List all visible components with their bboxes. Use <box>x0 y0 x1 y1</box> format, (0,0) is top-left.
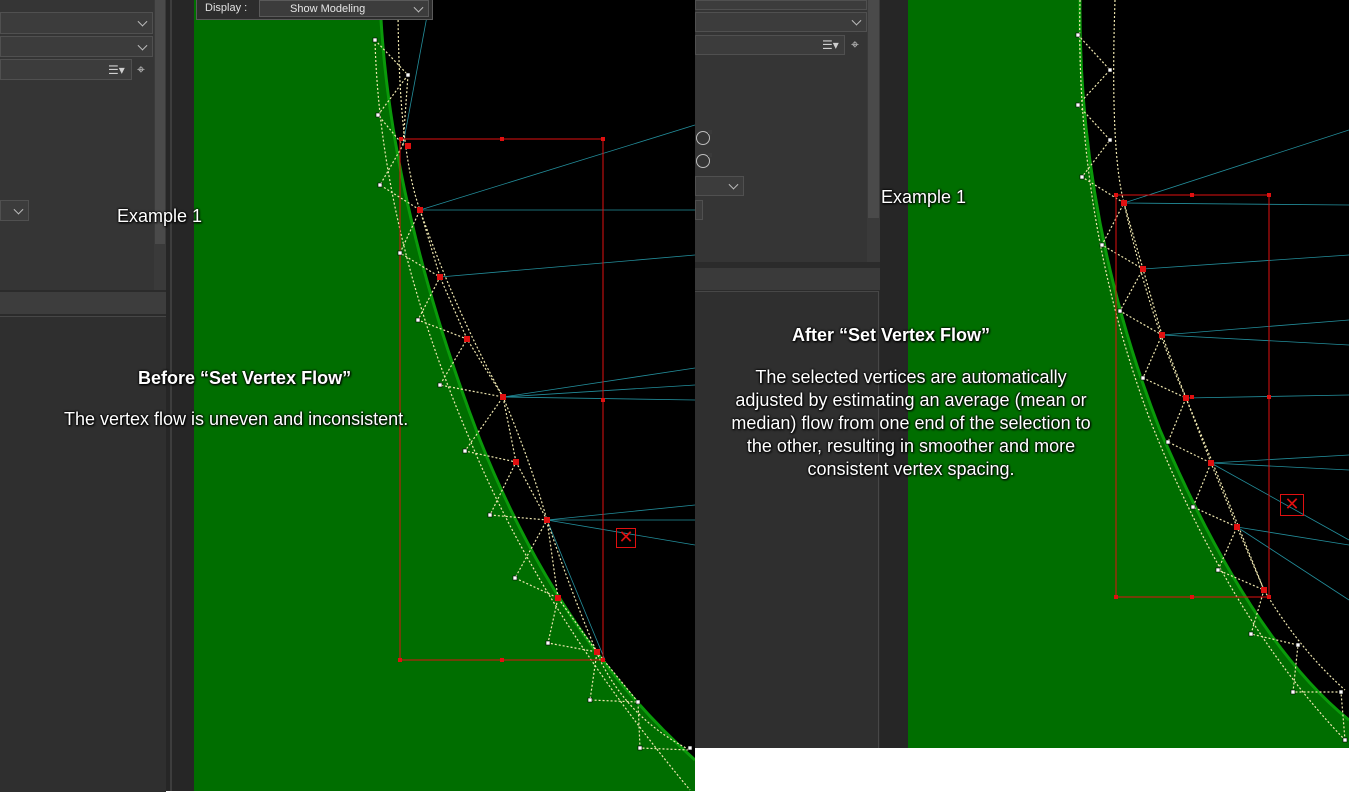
right-scrollbar-thumb[interactable] <box>868 0 879 218</box>
chevron-down-icon <box>851 15 862 26</box>
example-label-left: Example 1 <box>117 206 203 226</box>
right-dropdown-3[interactable] <box>695 176 744 196</box>
list-icon[interactable]: ☰▾ <box>822 38 839 52</box>
rotate-icon[interactable] <box>696 130 712 145</box>
chevron-down-icon <box>137 16 148 27</box>
display-toolbar: Display : Show Modeling <box>196 0 433 20</box>
left-viewport[interactable]: ✕ <box>194 0 695 791</box>
rotate-icon[interactable] <box>696 153 712 168</box>
dropdown-3[interactable] <box>0 200 29 221</box>
before-description: The vertex flow is uneven and inconsiste… <box>64 409 409 429</box>
example-label-right: Example 1 <box>881 187 967 207</box>
after-description-line-1: The selected vertices are automatically <box>755 367 1067 387</box>
right-dropdown-2[interactable] <box>695 12 867 32</box>
close-x-icon[interactable]: ✕ <box>1280 494 1304 516</box>
after-description-line-2: adjusted by estimating an average (mean … <box>735 390 1087 410</box>
display-mode-dropdown[interactable]: Show Modeling <box>259 0 429 17</box>
target-icon[interactable]: ⌖ <box>137 62 145 76</box>
chevron-down-icon <box>137 40 148 51</box>
left-mesh <box>194 0 695 791</box>
after-description: The selected vertices are automatically … <box>700 366 1122 481</box>
display-mode-value: Show Modeling <box>290 3 366 15</box>
after-description-line-5: consistent vertex spacing. <box>807 459 1015 479</box>
display-label: Display : <box>205 2 248 14</box>
target-icon[interactable]: ⌖ <box>851 37 859 51</box>
after-heading: After “Set Vertex Flow” <box>792 325 991 345</box>
right-dropdown-1[interactable] <box>695 0 867 10</box>
dropdown-2[interactable] <box>0 36 153 57</box>
dropdown-1[interactable] <box>0 12 153 34</box>
before-heading: Before “Set Vertex Flow” <box>138 368 352 388</box>
right-dropdown-4[interactable] <box>695 200 703 220</box>
close-x-icon[interactable]: ✕ <box>616 528 636 548</box>
list-icon[interactable]: ☰▾ <box>108 63 125 77</box>
after-description-line-3: median) flow from one end of the selecti… <box>731 413 1091 433</box>
after-description-line-4: the other, resulting in smoother and mor… <box>746 436 1076 456</box>
chevron-down-icon <box>413 2 424 13</box>
chevron-down-icon <box>13 204 24 215</box>
chevron-down-icon <box>728 179 739 190</box>
